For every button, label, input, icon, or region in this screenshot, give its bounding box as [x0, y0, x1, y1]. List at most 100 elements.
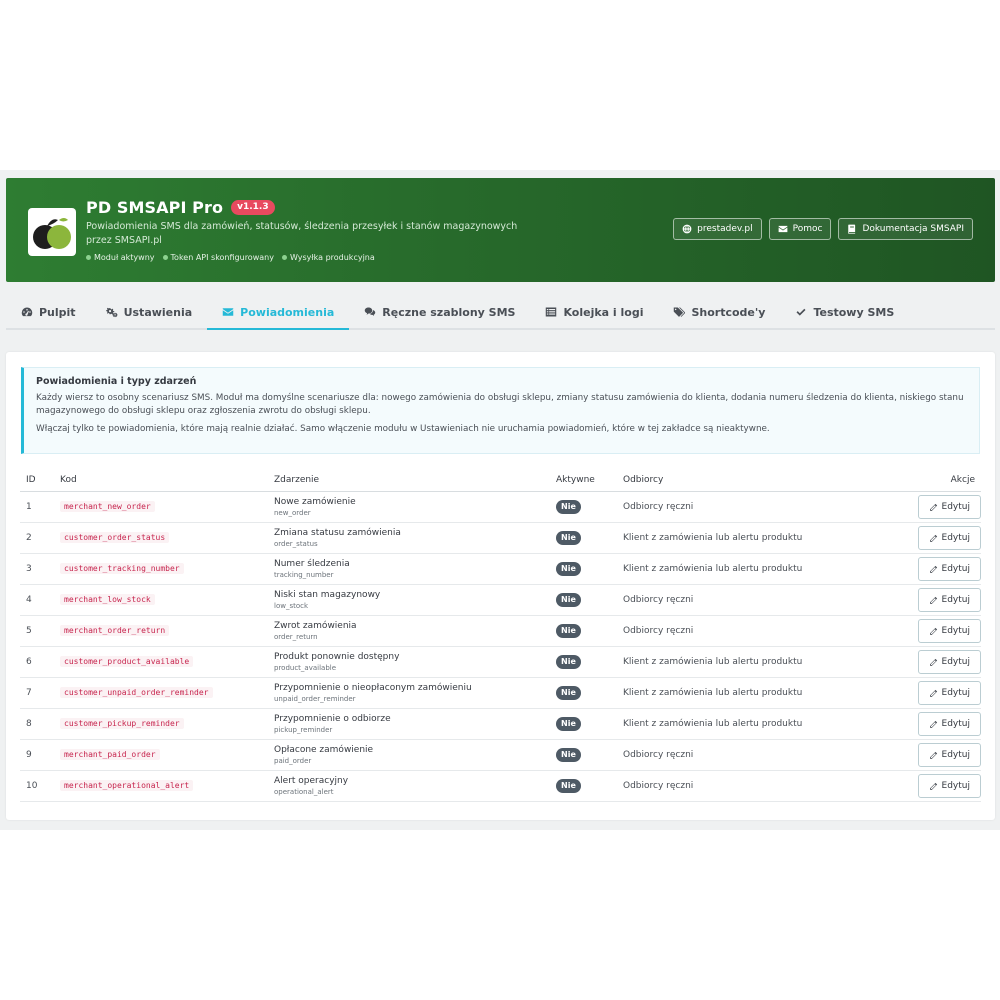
row-id: 6	[20, 646, 54, 678]
smsapi-docs-button[interactable]: Dokumentacja SMSAPI	[838, 218, 973, 240]
pencil-icon	[929, 503, 937, 511]
row-event-key: product_available	[274, 663, 337, 672]
prestadev-link-button[interactable]: prestadev.pl	[673, 218, 762, 240]
edit-button[interactable]: Edytuj	[917, 588, 981, 612]
row-event-cell: Nowe zamówienie new_order	[268, 491, 550, 523]
row-id: 2	[20, 522, 54, 554]
tags-icon	[674, 307, 686, 317]
pencil-icon	[929, 534, 937, 542]
module-title: PD SMSAPI Pro	[86, 197, 224, 217]
module-header: PD SMSAPI Pro v1.1.3 Powiadomienia SMS d…	[6, 178, 995, 282]
row-event-key: low_stock	[274, 601, 309, 610]
inactive-badge: Nie	[556, 624, 581, 638]
button-label: Pomoc	[792, 224, 823, 234]
row-code-cell: customer_product_available	[54, 646, 268, 678]
tab-label: Testowy SMS	[813, 305, 895, 319]
table-row: 5 merchant_order_return Zwrot zamówienia or…	[20, 615, 981, 647]
notifications-panel: Powiadomienia i typy zdarzeń Każdy wiers…	[6, 352, 995, 820]
button-label: Dokumentacja SMSAPI	[862, 224, 964, 234]
edit-button[interactable]: Edytuj	[917, 712, 981, 736]
table-row: 3 customer_tracking_number Numer śledzenia…	[20, 553, 981, 585]
tab-reczne-szablony-sms[interactable]: Ręczne szablony SMS	[349, 296, 530, 328]
row-recipients: Klient z zamówienia lub alertu produktu	[617, 522, 899, 554]
tab-powiadomienia[interactable]: Powiadomienia	[207, 296, 350, 330]
col-active: Aktywne	[550, 468, 617, 492]
inactive-badge: Nie	[556, 593, 581, 607]
edit-button[interactable]: Edytuj	[917, 526, 981, 550]
tab-pulpit[interactable]: Pulpit	[6, 296, 91, 328]
inactive-badge: Nie	[556, 562, 581, 576]
row-code: merchant_paid_order	[60, 749, 160, 760]
row-code: customer_product_available	[60, 656, 194, 667]
row-code-cell: customer_pickup_reminder	[54, 708, 268, 740]
status-module-active: Moduł aktywny	[86, 253, 155, 262]
row-event-name: Produkt ponownie dostępny	[274, 651, 400, 662]
comments-icon	[365, 307, 376, 316]
edit-label: Edytuj	[941, 719, 970, 729]
row-id: 3	[20, 553, 54, 585]
row-active-cell: Nie	[550, 584, 617, 616]
row-actions-cell: Edytuj	[899, 708, 981, 740]
pencil-icon	[929, 658, 937, 666]
row-event-key: pickup_reminder	[274, 725, 333, 734]
tab-label: Pulpit	[39, 305, 76, 319]
table-row: 4 merchant_low_stock Niski stan magazynowy…	[20, 584, 981, 616]
row-actions-cell: Edytuj	[899, 553, 981, 585]
row-code: merchant_new_order	[60, 501, 155, 512]
col-recipients: Odbiorcy	[617, 468, 899, 492]
edit-button[interactable]: Edytuj	[917, 774, 981, 798]
row-recipients: Odbiorcy ręczni	[617, 584, 899, 616]
row-recipients: Odbiorcy ręczni	[617, 770, 899, 802]
notifications-table: ID Kod Zdarzenie Aktywne Odbiorcy Akcje …	[20, 468, 981, 802]
row-recipients: Klient z zamówienia lub alertu produktu	[617, 677, 899, 709]
row-id: 8	[20, 708, 54, 740]
row-event-cell: Przypomnienie o odbiorze pickup_reminder	[268, 708, 550, 740]
tab-label: Ustawienia	[123, 305, 193, 319]
row-code: customer_order_status	[60, 532, 170, 543]
edit-label: Edytuj	[941, 533, 970, 543]
row-active-cell: Nie	[550, 646, 617, 678]
inactive-badge: Nie	[556, 686, 581, 700]
row-code-cell: merchant_order_return	[54, 615, 268, 647]
inactive-badge: Nie	[556, 717, 581, 731]
row-event-cell: Opłacone zamówienie paid_order	[268, 739, 550, 771]
status-row: Moduł aktywny Token API skonfigurowany W…	[86, 253, 375, 262]
tab-label: Kolejka i logi	[563, 305, 644, 319]
help-button[interactable]: Pomoc	[768, 218, 832, 240]
row-event-name: Zwrot zamówienia	[274, 620, 357, 631]
row-code-cell: merchant_new_order	[54, 491, 268, 523]
tab-kolejka-i-logi[interactable]: Kolejka i logi	[530, 296, 658, 328]
tab-label: Ręczne szablony SMS	[382, 305, 516, 319]
row-id: 4	[20, 584, 54, 616]
status-token-configured: Token API skonfigurowany	[162, 253, 274, 262]
envelope-icon	[778, 225, 787, 233]
edit-label: Edytuj	[941, 781, 970, 791]
tab-testowy-sms[interactable]: Testowy SMS	[780, 296, 909, 328]
row-actions-cell: Edytuj	[899, 739, 981, 771]
row-code: merchant_operational_alert	[60, 780, 194, 791]
table-row: 7 customer_unpaid_order_reminder Przypomni…	[20, 677, 981, 709]
edit-button[interactable]: Edytuj	[917, 619, 981, 643]
row-event-cell: Produkt ponownie dostępny product_availab…	[268, 646, 550, 678]
row-code: merchant_low_stock	[60, 594, 155, 605]
edit-button[interactable]: Edytuj	[917, 557, 981, 581]
row-active-cell: Nie	[550, 677, 617, 709]
table-row: 8 customer_pickup_reminder Przypomnienie o…	[20, 708, 981, 740]
module-tabs: Pulpit Ustawienia Powiadomienia Ręczne s…	[6, 296, 995, 330]
tab-shortcodes[interactable]: Shortcode'y	[658, 296, 780, 328]
row-code-cell: customer_order_status	[54, 522, 268, 554]
pencil-icon	[929, 782, 937, 790]
edit-button[interactable]: Edytuj	[917, 743, 981, 767]
tab-ustawienia[interactable]: Ustawienia	[91, 296, 208, 328]
edit-label: Edytuj	[941, 564, 970, 574]
row-code-cell: customer_unpaid_order_reminder	[54, 677, 268, 709]
edit-button[interactable]: Edytuj	[917, 650, 981, 674]
edit-button[interactable]: Edytuj	[917, 495, 981, 519]
pencil-icon	[929, 596, 937, 604]
dashboard-icon	[21, 307, 33, 317]
row-actions-cell: Edytuj	[899, 522, 981, 554]
row-code-cell: merchant_operational_alert	[54, 770, 268, 802]
edit-button[interactable]: Edytuj	[917, 681, 981, 705]
row-code-cell: merchant_low_stock	[54, 584, 268, 616]
row-event-key: order_return	[274, 632, 318, 641]
